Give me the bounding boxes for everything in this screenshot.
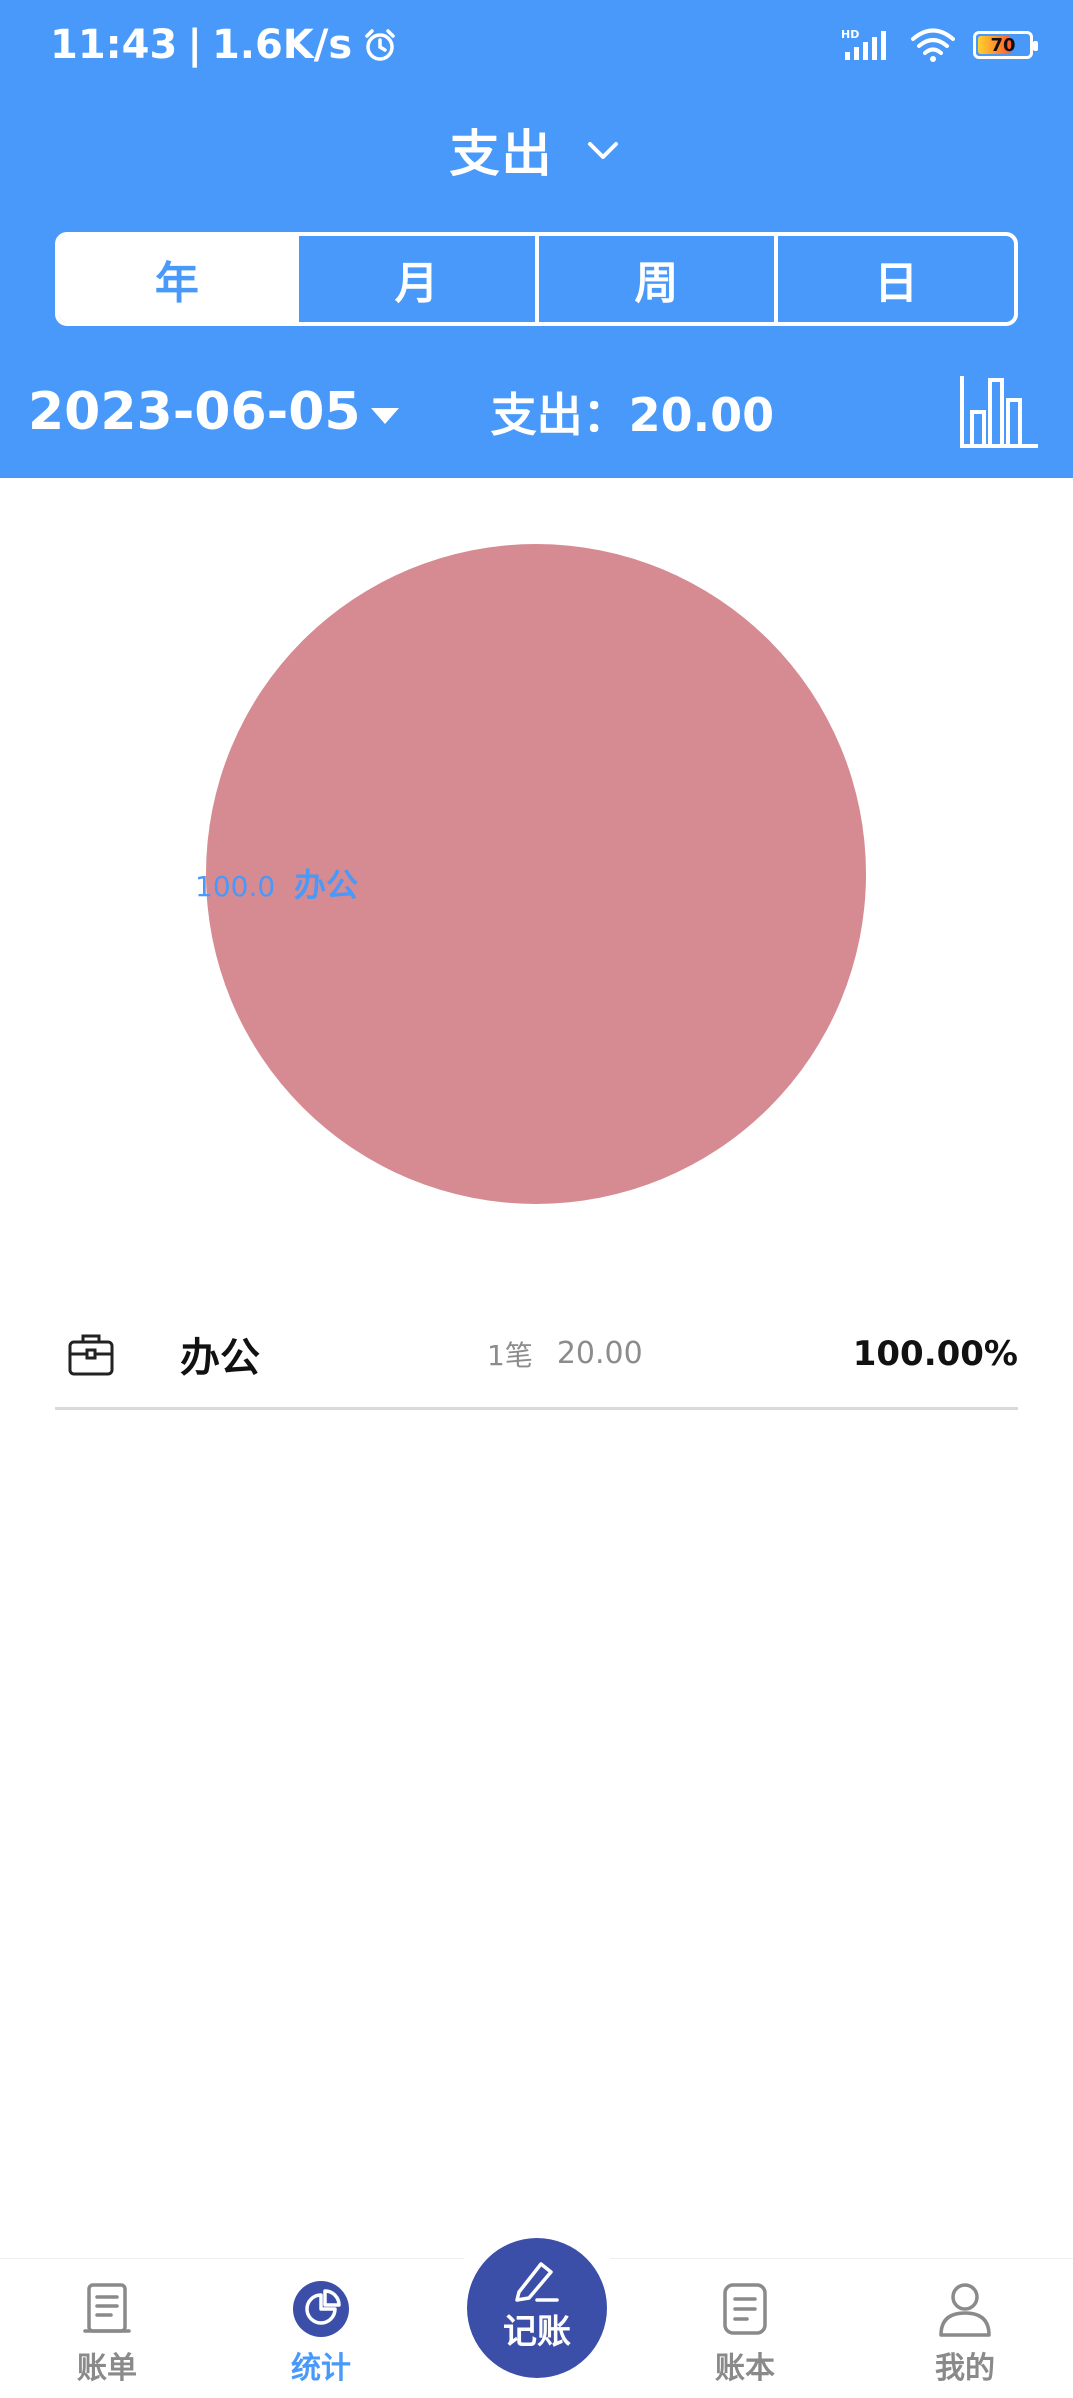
- svg-text:HD: HD: [841, 28, 859, 41]
- date-picker[interactable]: 2023-06-05: [28, 382, 361, 442]
- tab-statistics[interactable]: 统计: [251, 2279, 391, 2389]
- status-network-speed: 1.6K/s: [211, 22, 353, 68]
- tab-month[interactable]: 月: [299, 236, 539, 322]
- pie-chart-svg: 100.0 办公: [195, 544, 866, 1204]
- bill-icon: [83, 2283, 131, 2333]
- total-expense: 支出：20.00: [491, 379, 775, 445]
- tab-ledger[interactable]: 账本: [675, 2279, 815, 2389]
- briefcase-icon: [68, 1334, 114, 1375]
- chevron-down-icon: [587, 142, 618, 159]
- tab-label: 我的: [935, 2351, 995, 2386]
- fab-label: 记账: [503, 2311, 571, 2352]
- pie-chart: 100.0 办公: [0, 478, 1073, 1238]
- add-record-button[interactable]: 记账: [467, 2238, 607, 2378]
- tab-label: 账本: [715, 2351, 775, 2386]
- tab-day[interactable]: 日: [778, 236, 1014, 322]
- pie-chart-icon: [293, 2281, 349, 2337]
- battery-level: 70: [990, 34, 1016, 56]
- battery-icon: 70: [973, 31, 1038, 59]
- tab-label: 账单: [77, 2351, 137, 2386]
- tab-week[interactable]: 周: [539, 236, 779, 322]
- tab-bills[interactable]: 账单: [37, 2279, 177, 2389]
- wifi-icon: [911, 28, 955, 62]
- status-bar: 11:43 | 1.6K/s HD 70: [0, 0, 1073, 100]
- category-percent: 100.00%: [852, 1333, 1018, 1374]
- status-time: 11:43: [50, 22, 178, 68]
- caret-down-icon[interactable]: [370, 408, 399, 424]
- period-segmented-control: 年 月 周 日: [55, 232, 1018, 326]
- pencil-icon: [515, 2261, 559, 2302]
- category-name: 办公: [180, 1334, 260, 1381]
- type-selector[interactable]: 支出: [0, 112, 1073, 188]
- page-title: 支出: [449, 125, 554, 183]
- total-label: 支出：: [490, 388, 629, 442]
- header: 11:43 | 1.6K/s HD 70 支出 年 月 周 日 2023-06-…: [0, 0, 1073, 478]
- signal-icon: HD: [841, 28, 886, 60]
- tab-profile[interactable]: 我的: [895, 2279, 1035, 2389]
- summary-row: 2023-06-05 支出：20.00: [28, 372, 1048, 452]
- user-icon: [939, 2283, 991, 2337]
- category-amount: 20.00: [556, 1336, 643, 1371]
- list-item[interactable]: 办公 1笔 20.00 100.00%: [55, 1300, 1018, 1410]
- ledger-icon: [723, 2283, 767, 2335]
- total-value: 20.00: [628, 388, 775, 442]
- alarm-icon: [365, 29, 395, 61]
- pie-label-name: 办公: [294, 866, 358, 904]
- bar-chart-icon[interactable]: [958, 372, 1040, 450]
- tab-label: 统计: [291, 2351, 351, 2386]
- category-count: 1笔: [487, 1338, 533, 1372]
- tab-year[interactable]: 年: [59, 236, 299, 322]
- pie-label-value: 100.0: [195, 870, 275, 903]
